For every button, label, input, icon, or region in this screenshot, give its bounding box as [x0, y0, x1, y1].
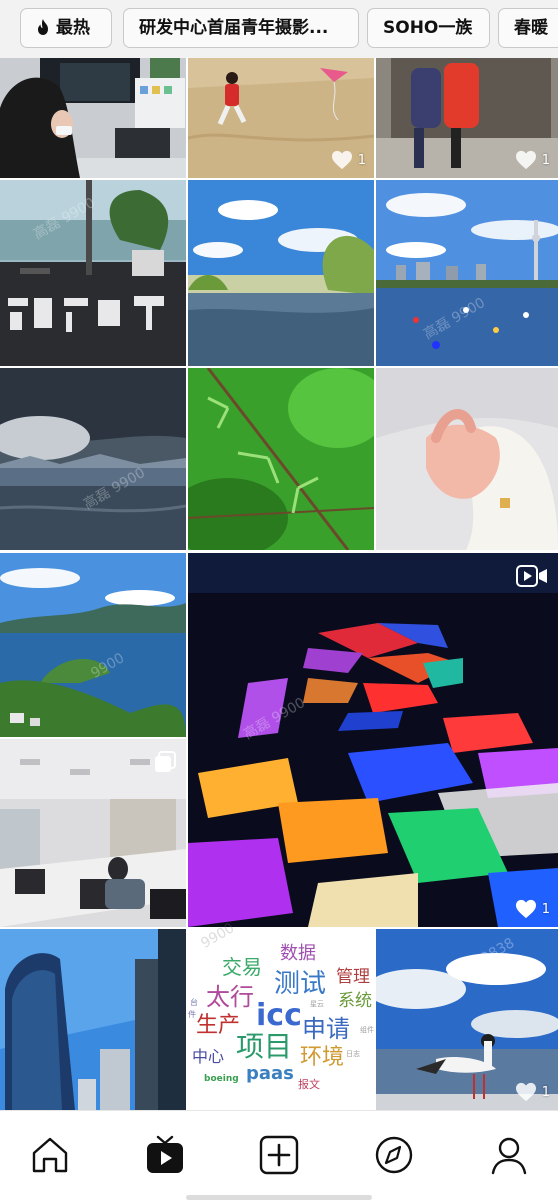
- tag-spring[interactable]: 春暖: [498, 8, 558, 48]
- like-count-label: 1: [541, 901, 550, 917]
- post-green-leaves[interactable]: [188, 368, 374, 550]
- word-cloud-word: 系统: [338, 991, 372, 1011]
- profile-icon: [491, 1137, 527, 1175]
- word-cloud-word: 星云: [310, 1000, 324, 1008]
- word-cloud-word: 数据: [280, 943, 316, 964]
- photo-skyscrapers: [0, 929, 186, 1110]
- video-icon: [516, 565, 547, 587]
- nav-home[interactable]: [28, 1133, 72, 1177]
- photo-storm-lake: [0, 368, 186, 550]
- word-cloud-word: 申请: [302, 1015, 350, 1043]
- word-cloud-word: 中心: [192, 1047, 225, 1066]
- home-indicator: [186, 1195, 372, 1200]
- discover-icon: [375, 1136, 413, 1174]
- photo-baby-hand: [376, 368, 558, 550]
- photo-lake-willows: [188, 180, 374, 366]
- word-cloud-word: 生产: [196, 1013, 241, 1038]
- post-meeting-room[interactable]: [0, 739, 186, 927]
- word-cloud-word: 项目: [236, 1030, 293, 1063]
- nav-discover[interactable]: [372, 1133, 416, 1177]
- nav-video[interactable]: [143, 1133, 187, 1177]
- word-cloud-word: 件: [188, 1010, 196, 1019]
- word-cloud-word: 组件: [360, 1026, 374, 1034]
- post-lake-island[interactable]: [0, 553, 186, 737]
- word-cloud-word: 管理: [336, 967, 370, 987]
- video-tab-icon: [147, 1135, 183, 1173]
- word-cloud-word: 台: [190, 998, 198, 1007]
- flame-icon: [38, 19, 48, 35]
- photo-lake-island: [0, 553, 186, 737]
- tag-label: 最热: [56, 18, 90, 38]
- tag-hottest[interactable]: 最热: [20, 8, 112, 48]
- word-cloud-word: 太行: [206, 983, 254, 1011]
- like-count[interactable]: 1: [515, 150, 550, 170]
- like-count-label: 1: [541, 152, 550, 168]
- like-count[interactable]: 1: [331, 150, 366, 170]
- like-count[interactable]: 1: [515, 899, 550, 919]
- nav-profile[interactable]: [487, 1133, 531, 1177]
- tag-bar: 最热 研发中心首届青年摄影... SOHO一族 春暖: [0, 0, 558, 58]
- photo-green-leaves: [188, 368, 374, 550]
- post-baby-hand[interactable]: [376, 368, 558, 550]
- video-badge: [516, 565, 548, 591]
- post-child-running[interactable]: 1: [188, 58, 374, 178]
- nav-add[interactable]: [257, 1133, 301, 1177]
- add-icon: [259, 1135, 299, 1175]
- bottom-nav: [0, 1110, 558, 1204]
- word-cloud-word: boeing: [204, 1074, 239, 1084]
- post-seagull[interactable]: 1: [376, 929, 558, 1110]
- tag-label: 研发中心首届青年摄影...: [139, 18, 329, 38]
- post-office-desk[interactable]: [0, 58, 186, 178]
- heart-icon: [515, 899, 536, 919]
- post-lake-tower[interactable]: [376, 180, 558, 366]
- photo-night-lights: [188, 553, 558, 927]
- post-storm-lake[interactable]: [0, 368, 186, 550]
- tag-label: SOHO一族: [383, 18, 473, 38]
- word-cloud-word: 报文: [298, 1078, 320, 1091]
- word-cloud-word: 日志: [346, 1050, 360, 1058]
- word-cloud-word: paas: [246, 1063, 294, 1084]
- like-count-label: 1: [357, 152, 366, 168]
- post-night-lights[interactable]: 1: [188, 553, 558, 927]
- like-count[interactable]: 1: [515, 1082, 550, 1102]
- heart-icon: [331, 150, 352, 170]
- home-icon: [32, 1137, 68, 1173]
- post-skyscrapers[interactable]: [0, 929, 186, 1110]
- word-cloud-word: 环境: [300, 1045, 345, 1070]
- like-count-label: 1: [541, 1084, 550, 1100]
- photo-grid: 1 1 1 数据 交易 测试 管理 太行 系统 icc 生产 申请 项目 中心 …: [0, 58, 558, 1110]
- gallery-icon: [155, 751, 176, 772]
- word-cloud-word: 交易: [222, 955, 262, 979]
- photo-lake-tower: [376, 180, 558, 366]
- post-lake-willows[interactable]: [188, 180, 374, 366]
- word-cloud-word: icc: [256, 998, 302, 1033]
- post-kids-sculpture[interactable]: 1: [376, 58, 558, 178]
- post-word-cloud[interactable]: 数据 交易 测试 管理 太行 系统 icc 生产 申请 项目 中心 环境 paa…: [188, 929, 374, 1110]
- tag-label: 春暖: [514, 18, 548, 38]
- heart-icon: [515, 150, 536, 170]
- photo-office-desk: [0, 58, 186, 178]
- tag-soho[interactable]: SOHO一族: [367, 8, 490, 48]
- heart-icon: [515, 1082, 536, 1102]
- gallery-badge: [154, 751, 176, 777]
- tag-youth-photography[interactable]: 研发中心首届青年摄影...: [123, 8, 359, 48]
- word-cloud-word: 测试: [274, 969, 327, 999]
